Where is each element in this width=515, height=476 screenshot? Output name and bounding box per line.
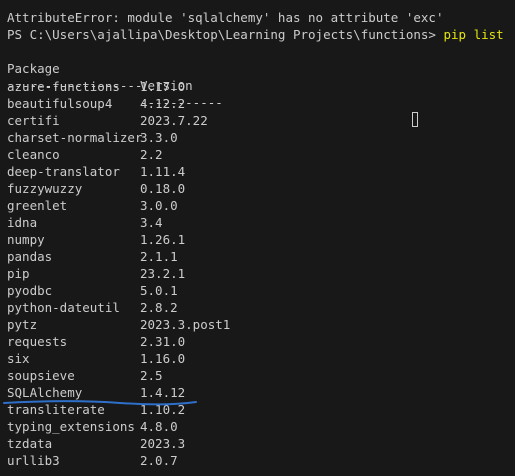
package-version: 3.3.0 [140,130,178,145]
package-name: pandas [7,249,53,264]
package-name: numpy [7,232,45,247]
package-name: transliterate [7,402,105,417]
package-version: 2023.3 [140,436,186,451]
traceback-caret-line: ^^^^^^^^^^^^^ [7,0,105,7]
package-name: pyodbc [7,283,53,298]
package-name: charset-normalizer [7,130,143,145]
package-name: urllib3 [7,453,60,468]
terminal-cursor [412,112,418,127]
table-separator: ------------------ ----------- [7,60,223,110]
package-version: 5.0.1 [140,283,178,298]
package-version: 2.8.2 [140,300,178,315]
error-message: AttributeError: module 'sqlalchemy' has … [7,10,444,25]
package-version: 1.4.12 [140,385,186,400]
package-version: 2.0.7 [140,453,178,468]
package-version: 2.5 [140,368,163,383]
package-name: fuzzywuzzy [7,181,83,196]
package-version: 1.17.0 [140,79,186,94]
package-version: 4.8.0 [140,419,178,434]
package-version: 1.10.2 [140,402,186,417]
package-version: 2.1.1 [140,249,178,264]
package-version: 1.16.0 [140,351,186,366]
package-name: azure-functions [7,79,120,94]
table-header: Package Version [7,43,193,93]
package-version: 2.31.0 [140,334,186,349]
package-version: 3.0.0 [140,198,178,213]
package-name: python-dateutil [7,300,120,315]
package-name: greenlet [7,198,68,213]
package-version: 1.26.1 [140,232,186,247]
package-name: requests [7,334,68,349]
package-name: typing_extensions [7,419,135,434]
terminal-panel[interactable]: ^^^^^^^^^^^^^ AttributeError: module 'sq… [0,0,515,476]
package-version: 3.4 [140,215,163,230]
package-name: six [7,351,30,366]
package-name: soupsieve [7,368,75,383]
package-version: 2.2 [140,147,163,162]
package-name: certifi [7,113,60,128]
package-name: idna [7,215,38,230]
prompt-command: pip list [443,27,504,42]
package-name: pytz [7,317,38,332]
prompt-line: PS C:\Users\ajallipa\Desktop\Learning Pr… [7,26,504,43]
package-name: SQLAlchemy [7,385,83,400]
package-version: 2023.7.22 [140,113,208,128]
package-name: cleanco [7,147,60,162]
package-version: 1.11.4 [140,164,186,179]
package-version: 4.12.2 [140,96,186,111]
package-version: 0.18.0 [140,181,186,196]
package-name: tzdata [7,436,53,451]
prompt-path: PS C:\Users\ajallipa\Desktop\Learning Pr… [7,27,436,42]
package-version: 23.2.1 [140,266,186,281]
package-name: deep-translator [7,164,120,179]
package-name: beautifulsoup4 [7,96,113,111]
package-version: 2023.3.post1 [140,317,231,332]
package-name: pip [7,266,30,281]
